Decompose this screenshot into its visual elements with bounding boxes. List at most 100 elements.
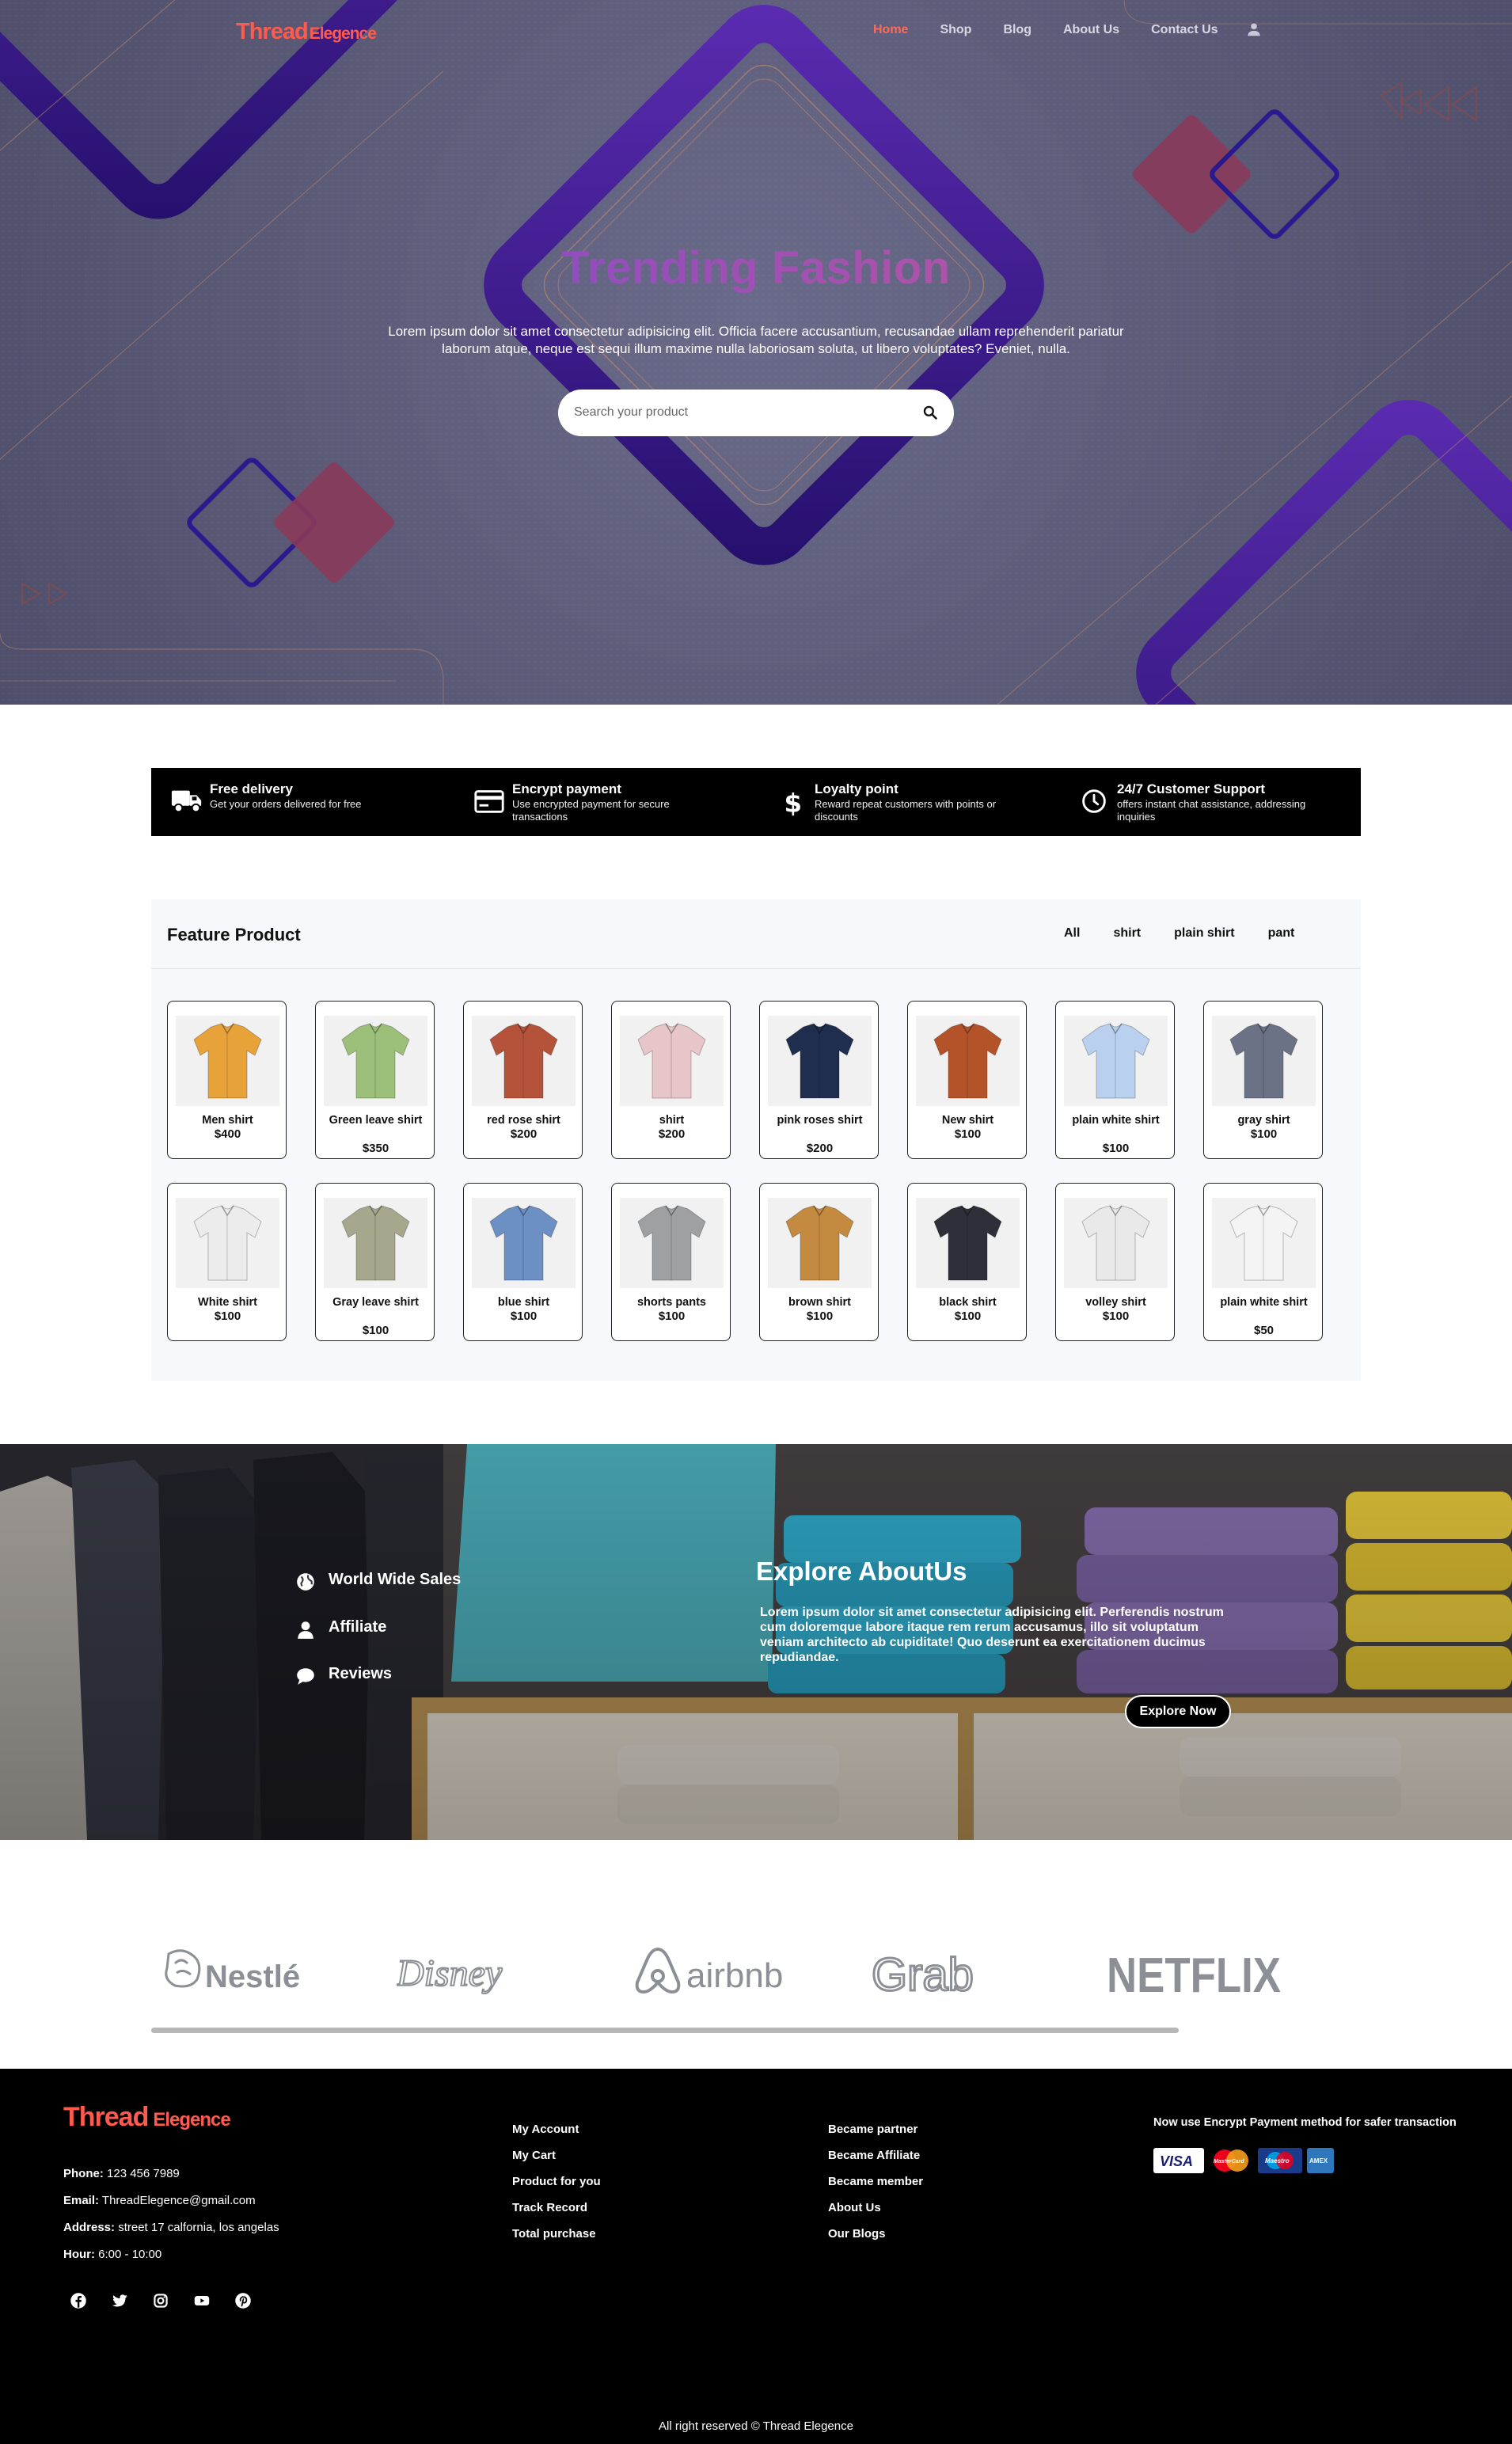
airbnb-logo-text: airbnb [686, 1956, 783, 1995]
search-input[interactable] [574, 399, 906, 426]
product-name: New shirt [941, 1114, 994, 1127]
social-links [68, 2290, 274, 2311]
product-name: black shirt [939, 1296, 997, 1309]
product-name: White shirt [198, 1296, 257, 1309]
filter-pant[interactable]: pant [1268, 926, 1295, 941]
svg-text:Maestro: Maestro [1265, 2157, 1290, 2165]
footer-link-my-account[interactable]: My Account [512, 2116, 601, 2142]
filter-shirt[interactable]: shirt [1113, 926, 1141, 941]
product-name: shorts pants [636, 1296, 706, 1309]
product-image[interactable] [768, 1016, 872, 1106]
footer-link-became-partner[interactable]: Became partner [828, 2116, 923, 2142]
product-card[interactable]: volley shirt $100 [1055, 1183, 1175, 1341]
facebook-icon[interactable] [68, 2290, 89, 2311]
search-icon[interactable] [922, 405, 938, 420]
contact-address: Address: street 17 calfornia, los angela… [63, 2221, 279, 2234]
product-image[interactable] [472, 1016, 576, 1106]
service-loyalty-point: $ Loyalty point Reward repeat customers … [756, 768, 1058, 836]
nav-menu: Home Shop Blog About Us Contact Us [873, 23, 1250, 37]
footer-link-our-blogs[interactable]: Our Blogs [828, 2221, 923, 2247]
nav-blog[interactable]: Blog [1003, 23, 1031, 37]
product-name: Green leave shirt [329, 1114, 423, 1127]
footer-link-product-for-you[interactable]: Product for you [512, 2168, 601, 2195]
brand-logo[interactable]: ThreadElegence [236, 19, 377, 45]
user-icon [298, 1621, 313, 1639]
product-card[interactable]: plain white shirt $100 [1055, 1001, 1175, 1159]
product-price: $100 [806, 1309, 834, 1323]
product-name: shirt [659, 1114, 685, 1127]
footer-link-about-us[interactable]: About Us [828, 2195, 923, 2221]
service-title: Loyalty point [815, 781, 898, 796]
svg-text:AMEX: AMEX [1309, 2157, 1328, 2165]
footer-link-became-member[interactable]: Became member [828, 2168, 923, 2195]
product-image[interactable] [620, 1198, 724, 1288]
footer-link-total-purchase[interactable]: Total purchase [512, 2221, 601, 2247]
product-name: plain white shirt [1072, 1114, 1160, 1127]
product-image[interactable] [176, 1016, 279, 1106]
nav-home[interactable]: Home [873, 23, 908, 37]
service-title: Encrypt payment [512, 781, 621, 796]
hero-title: Trending Fashion [0, 241, 1512, 295]
footer-logo[interactable]: Thread Elegence [63, 2102, 231, 2133]
footer-partner-links: Became partner Became Affiliate Became m… [828, 2116, 923, 2247]
product-image[interactable] [176, 1198, 279, 1288]
product-name: gray shirt [1237, 1114, 1290, 1127]
product-image[interactable] [324, 1016, 427, 1106]
product-price: $100 [658, 1309, 686, 1323]
product-image[interactable] [472, 1198, 576, 1288]
nav-about-us[interactable]: About Us [1063, 23, 1119, 37]
nav-contact-us[interactable]: Contact Us [1151, 23, 1218, 37]
product-card[interactable]: shorts pants $100 [611, 1183, 731, 1341]
product-card[interactable]: shirt $200 [611, 1001, 731, 1159]
pinterest-icon[interactable] [233, 2290, 253, 2311]
product-name: red rose shirt [487, 1114, 560, 1127]
copyright-text: All right reserved © Thread Elegence [659, 2419, 853, 2433]
product-image[interactable] [620, 1016, 724, 1106]
product-image[interactable] [1064, 1198, 1168, 1288]
service-title: 24/7 Customer Support [1117, 781, 1266, 796]
product-card[interactable]: White shirt $100 [167, 1183, 287, 1341]
product-image[interactable] [916, 1198, 1020, 1288]
feature-product-section: Feature Product All shirt plain shirt pa… [151, 899, 1361, 1381]
instagram-icon[interactable] [150, 2290, 171, 2311]
explore-item-world-wide-sales: World Wide Sales [297, 1571, 461, 1591]
product-card[interactable]: pink roses shirt $200 [759, 1001, 879, 1159]
brand-strip-scrollbar[interactable] [151, 2028, 1179, 2033]
product-image[interactable] [768, 1198, 872, 1288]
explore-now-button[interactable]: Explore Now [1125, 1695, 1231, 1728]
brand-name-part2: Elegence [153, 2109, 230, 2130]
product-card[interactable]: plain white shirt $50 [1203, 1183, 1323, 1341]
twitter-icon[interactable] [109, 2290, 130, 2311]
footer-link-became-affiliate[interactable]: Became Affiliate [828, 2142, 923, 2168]
product-card[interactable]: Men shirt $400 [167, 1001, 287, 1159]
product-image[interactable] [1064, 1016, 1168, 1106]
service-title: Free delivery [210, 781, 293, 796]
contact-email: Email: ThreadElegence@gmail.com [63, 2194, 256, 2207]
product-card[interactable]: black shirt $100 [907, 1183, 1027, 1341]
footer-link-track-record[interactable]: Track Record [512, 2195, 601, 2221]
airbnb-logo: airbnb [635, 1947, 783, 1995]
user-icon[interactable] [1245, 21, 1263, 38]
product-card[interactable]: brown shirt $100 [759, 1183, 879, 1341]
product-image[interactable] [1212, 1016, 1316, 1106]
service-free-delivery: Free delivery Get your orders delivered … [151, 768, 454, 836]
filter-all[interactable]: All [1064, 926, 1080, 941]
filter-plain-shirt[interactable]: plain shirt [1174, 926, 1234, 941]
product-card[interactable]: New shirt $100 [907, 1001, 1027, 1159]
service-encrypt-payment: Encrypt payment Use encrypted payment fo… [454, 768, 756, 836]
nav-shop[interactable]: Shop [940, 23, 971, 37]
product-card[interactable]: Green leave shirt $350 [315, 1001, 435, 1159]
product-card[interactable]: gray shirt $100 [1203, 1001, 1323, 1159]
services-bar: Free delivery Get your orders delivered … [151, 768, 1361, 836]
product-card[interactable]: red rose shirt $200 [463, 1001, 583, 1159]
product-card[interactable]: blue shirt $100 [463, 1183, 583, 1341]
product-price: $100 [1102, 1142, 1130, 1155]
product-card[interactable]: Gray leave shirt $100 [315, 1183, 435, 1341]
service-desc: offers instant chat assistance, addressi… [1117, 798, 1306, 823]
footer-link-my-cart[interactable]: My Cart [512, 2142, 601, 2168]
youtube-icon[interactable] [192, 2290, 212, 2311]
product-image[interactable] [916, 1016, 1020, 1106]
product-image[interactable] [1212, 1198, 1316, 1288]
product-image[interactable] [324, 1198, 427, 1288]
navbar: ThreadElegence Home Shop Blog About Us C… [0, 0, 1512, 62]
